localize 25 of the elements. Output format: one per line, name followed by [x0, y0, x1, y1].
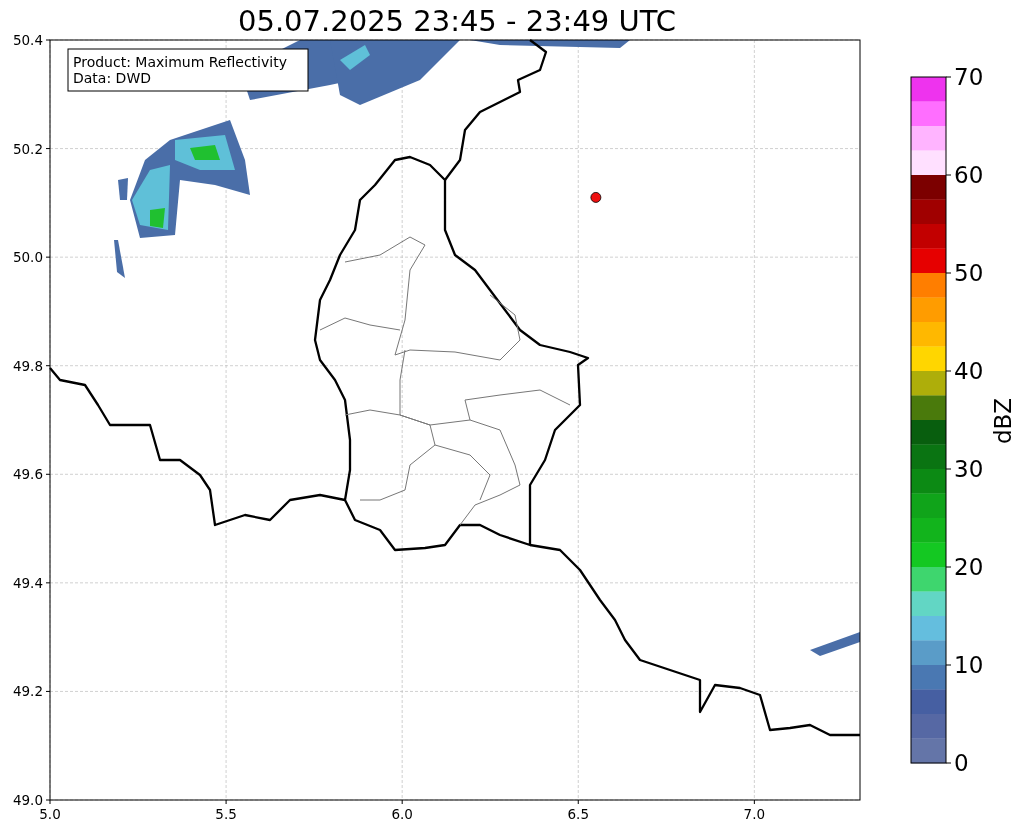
info-text: Product: Maximum Reflectivity	[73, 54, 287, 70]
axis-tick-label: 49.4	[12, 574, 43, 591]
colorbar-tick-label: 10	[954, 652, 984, 678]
colorbar-label: dBZ	[990, 397, 1016, 445]
colorbar-tick-label: 70	[954, 64, 984, 90]
axis-tick-label: 5.0	[39, 806, 61, 822]
axis-tick-label: 6.5	[567, 806, 589, 822]
axis-tick-label: 49.0	[12, 792, 43, 808]
axis-tick-label: 49.8	[12, 357, 43, 374]
colorbar-tick-label: 50	[954, 260, 984, 286]
axis-tick-label: 49.2	[12, 683, 43, 700]
colorbar-tick-label: 20	[954, 554, 984, 580]
axis-tick-label: 50.4	[12, 32, 43, 48]
axis-tick-label: 6.0	[391, 806, 413, 822]
colorbar-tick-label: 40	[954, 358, 984, 384]
axis-tick-label: 7.0	[743, 806, 766, 822]
colorbar-tick-label: 0	[954, 750, 969, 776]
chart-title: 05.07.2025 23:45 - 23:49 UTC	[238, 4, 676, 38]
colorbar-tick-label: 60	[954, 162, 984, 188]
info-text: Data: DWD	[73, 70, 151, 86]
axis-tick-label: 49.6	[12, 466, 43, 483]
colorbar-tick-label: 30	[954, 456, 984, 482]
axis-tick-label: 50.0	[12, 249, 43, 266]
axis-tick-label: 50.2	[12, 140, 43, 157]
axis-tick-label: 5.5	[215, 806, 237, 822]
